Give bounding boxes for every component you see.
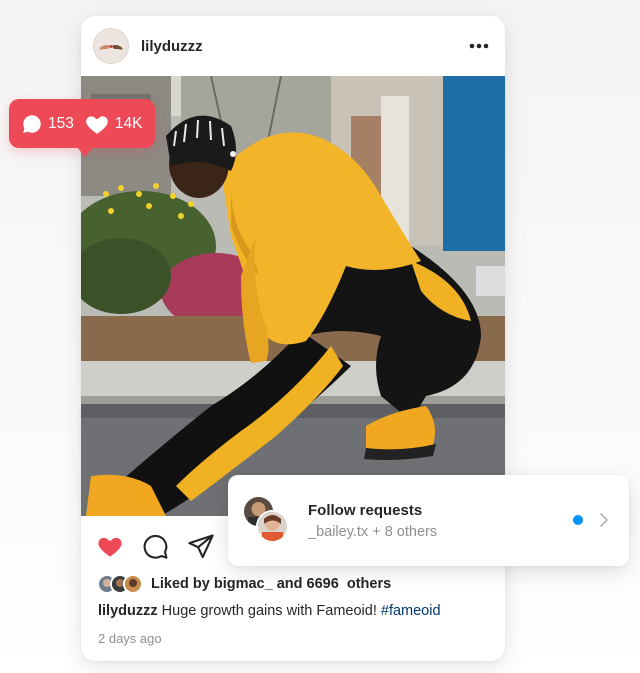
comment-icon — [143, 534, 168, 559]
follow-requests-card[interactable]: Follow requests _bailey.tx + 8 others — [228, 475, 629, 566]
activity-notification-bubble[interactable]: 153 14K — [9, 99, 155, 157]
follow-requests-title: Follow requests — [308, 502, 423, 519]
caption-username[interactable]: lilyduzzz — [98, 603, 158, 619]
follow-requests-subtitle: _bailey.tx + 8 others — [308, 524, 438, 540]
likes-row: Liked by bigmac_ and 6696 others — [97, 573, 391, 595]
avatar — [123, 574, 143, 594]
like-button[interactable] — [96, 532, 124, 560]
avatar — [256, 510, 289, 543]
likes-prefix: Liked by — [151, 576, 214, 592]
comments-count: 153 — [48, 114, 74, 132]
post-caption: lilyduzzz Huge growth gains with Fameoid… — [98, 603, 441, 619]
heart-filled-icon — [98, 537, 122, 557]
heart-filled-icon — [86, 115, 108, 134]
share-button[interactable] — [187, 532, 215, 560]
likers-avatar-stack — [97, 574, 143, 594]
unread-dot — [573, 515, 583, 525]
follow-requests-avatars — [242, 495, 294, 547]
comment-button[interactable] — [141, 532, 169, 560]
more-horizontal-icon — [469, 43, 489, 49]
share-paper-plane-icon — [188, 534, 214, 559]
chevron-right-icon — [600, 513, 608, 527]
avatar[interactable] — [93, 28, 129, 64]
caption-text: Huge growth gains with Fameoid! — [157, 603, 381, 619]
likes-user-link[interactable]: bigmac_ — [214, 576, 273, 592]
post-username[interactable]: lilyduzzz — [141, 38, 467, 55]
likes-count: 14K — [114, 114, 143, 132]
more-options-button[interactable] — [467, 34, 491, 58]
likes-suffix[interactable]: and 6696 others — [273, 576, 391, 592]
hands-logo-icon — [94, 29, 128, 63]
caption-hashtag[interactable]: #fameoid — [381, 603, 441, 619]
post-header: lilyduzzz — [81, 16, 505, 76]
comment-icon — [23, 114, 41, 133]
post-timestamp: 2 days ago — [98, 631, 162, 646]
